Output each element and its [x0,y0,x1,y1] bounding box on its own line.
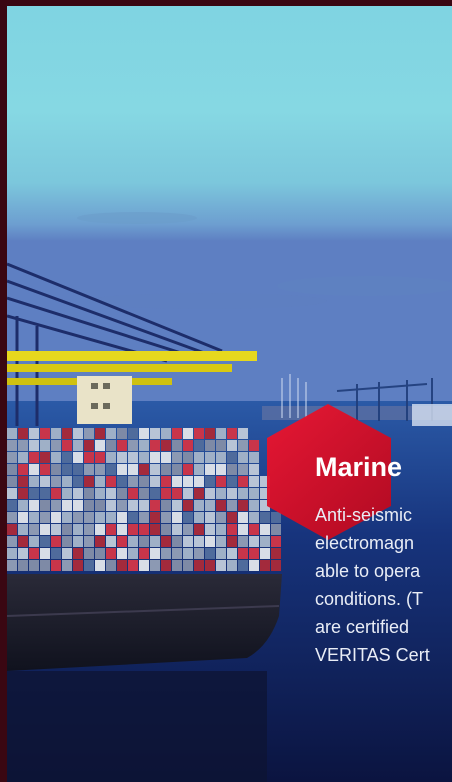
description-line: Anti-seismic [315,505,413,525]
marine-caption: Marine [315,444,452,495]
marine-title: Marine [315,452,403,482]
description-line: are certified [315,617,410,637]
marine-hero-panel: Marine Anti-seismic electromagn able to … [7,6,452,782]
description-line: conditions. (T [315,589,424,609]
description-line: VERITAS Cert [315,645,430,665]
page-frame: Marine Anti-seismic electromagn able to … [0,0,452,782]
marine-description: Anti-seismic electromagn able to opera c… [315,501,452,669]
description-line: able to opera [315,561,421,581]
description-line: electromagn [315,533,415,553]
